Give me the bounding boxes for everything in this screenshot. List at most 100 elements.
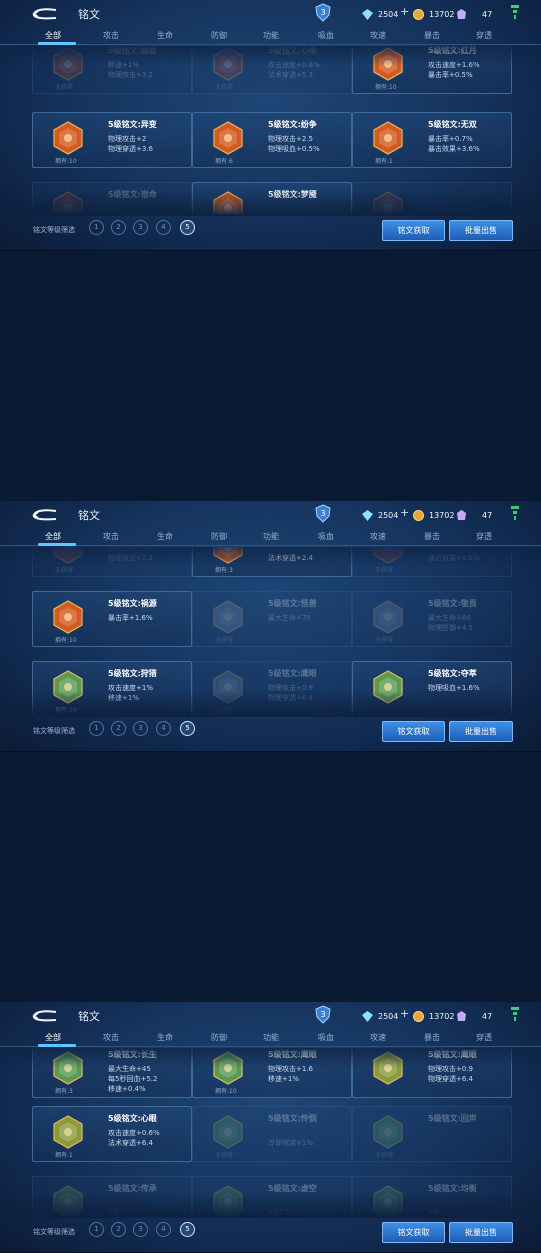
tab-2[interactable]: 生命 xyxy=(157,1032,173,1043)
level-filter-4[interactable]: 4 xyxy=(156,220,171,235)
add-diamond-button[interactable]: + xyxy=(400,506,409,519)
inscription-panel: 铭文 3 2504 +13702 47 全部 攻击 生命 防御 功能 吸血 攻速 暴击 穿透 5级铭文:隐匿… xyxy=(0,0,541,251)
inscription-card[interactable]: 5级铭文:狩猎 攻击速度+1% 移速+1% 拥有:10 xyxy=(32,661,192,715)
tab-7[interactable]: 暴击 xyxy=(424,1032,440,1043)
owned-count: 拥有:10 xyxy=(55,707,77,714)
level-filter-3[interactable]: 3 xyxy=(133,220,148,235)
tab-6[interactable]: 攻速 xyxy=(370,30,386,41)
level-filter-5[interactable]: 5 xyxy=(180,220,195,235)
inscription-stat: 物理攻击+2 xyxy=(108,135,147,143)
rank-badge-icon: 3 xyxy=(315,3,331,22)
tab-7[interactable]: 暴击 xyxy=(424,531,440,542)
inscription-stat: 物理攻击+2.5 xyxy=(268,135,313,143)
inscription-card[interactable]: 5级铭文:祸源 暴击率+1.6% 拥有:10 xyxy=(32,591,192,647)
tab-4[interactable]: 功能 xyxy=(263,531,279,542)
level-filter-1[interactable]: 1 xyxy=(89,1222,104,1237)
inscription-card[interactable]: 5级铭文:宿命最大生命+33.7物理攻击+2.3未获得 xyxy=(32,547,192,577)
level-filter-4[interactable]: 4 xyxy=(156,721,171,736)
tab-8[interactable]: 穿透 xyxy=(476,531,492,542)
tab-3[interactable]: 防御 xyxy=(211,531,227,542)
tab-6[interactable]: 攻速 xyxy=(370,1032,386,1043)
inscription-card[interactable]: 5级铭文:红月 攻击速度+1.6% 暴击率+0.5% 拥有:10 xyxy=(352,46,512,94)
tab-7[interactable]: 暴击 xyxy=(424,30,440,41)
inscription-name: 5级铭文:红月 xyxy=(428,46,477,55)
inscription-card[interactable]: 5级铭文:怪兽 最大生命+75 未获得 xyxy=(192,591,352,647)
inscription-stat: 移速+1% xyxy=(268,1075,299,1083)
inscription-card[interactable]: 5级铭文:无双 暴击率+0.7% 暴击效果+3.6% 拥有:1 xyxy=(352,112,512,168)
inscription-gem-icon xyxy=(53,1185,83,1216)
bulk-sell-button[interactable]: 批量出售 xyxy=(449,1222,513,1243)
tab-divider xyxy=(0,1046,541,1047)
svg-text:3: 3 xyxy=(320,509,325,518)
inscription-card[interactable]: 5级铭文:怜悯 冷却缩减+1% 未获得 xyxy=(192,1106,352,1162)
tab-2[interactable]: 生命 xyxy=(157,30,173,41)
inscription-card[interactable]: 5级铭文:均衡 +9 xyxy=(352,1176,512,1216)
inscription-stat: +37.5 xyxy=(268,1208,290,1216)
level-filter-3[interactable]: 3 xyxy=(133,1222,148,1237)
inscription-card[interactable] xyxy=(352,182,512,214)
level-filter-4[interactable]: 4 xyxy=(156,1222,171,1237)
tab-0[interactable]: 全部 xyxy=(45,531,61,542)
inscription-card[interactable]: 5级铭文:长生 最大生命+45 每5秒回血+5.2 移速+0.4% 拥有:3 xyxy=(32,1048,192,1098)
tab-3[interactable]: 防御 xyxy=(211,30,227,41)
tab-5[interactable]: 吸血 xyxy=(318,30,334,41)
add-diamond-button[interactable]: + xyxy=(400,1007,409,1020)
gold-amount: 13702 xyxy=(429,1011,455,1021)
inscription-card[interactable]: 5级铭文:梦魇 xyxy=(192,182,352,214)
bulk-sell-button[interactable]: 批量出售 xyxy=(449,220,513,241)
inscription-card[interactable]: 5级铭文:鹰眼 物理攻击+0.9 物理穿透+6.4 xyxy=(352,1048,512,1098)
inscription-card[interactable]: 5级铭文:贪婪暴击效果+0.6%未获得 xyxy=(352,547,512,577)
tab-1[interactable]: 攻击 xyxy=(103,531,119,542)
tab-4[interactable]: 功能 xyxy=(263,30,279,41)
inscription-card[interactable]: 5级铭文:敬畏 最大生命+60 物理防御+4.5 未获得 xyxy=(352,591,512,647)
inscription-card[interactable]: 5级铭文:纷争 物理攻击+2.5 物理吸血+0.5% 拥有:6 xyxy=(192,112,352,168)
inscription-card[interactable]: 5级铭文:异变 物理攻击+2 物理穿透+3.6 拥有:10 xyxy=(32,112,192,168)
owned-count: 未获得 xyxy=(215,637,234,644)
level-filter-2[interactable]: 2 xyxy=(111,1222,126,1237)
inscription-card[interactable]: 5级铭文:宿命 xyxy=(32,182,192,214)
inscription-card[interactable]: 5级铭文:虚空 +37.5 xyxy=(192,1176,352,1216)
inscription-stat: 物理吸血+0.5% xyxy=(268,145,320,153)
tab-8[interactable]: 穿透 xyxy=(476,30,492,41)
tab-6[interactable]: 攻速 xyxy=(370,531,386,542)
tab-8[interactable]: 穿透 xyxy=(476,1032,492,1043)
get-inscription-button[interactable]: 铭文获取 xyxy=(382,721,445,742)
inscription-card[interactable]: 5级铭文:传承 +5 xyxy=(32,1176,192,1216)
bulk-sell-button[interactable]: 批量出售 xyxy=(449,721,513,742)
tab-0[interactable]: 全部 xyxy=(45,1032,61,1043)
inscription-card[interactable]: 5级铭文:隐匿 移速+1% 物理攻击+3.2 未获得 xyxy=(32,46,192,94)
owned-count: 拥有:10 xyxy=(55,158,77,165)
level-filter-5[interactable]: 5 xyxy=(180,1222,195,1237)
level-filter-5[interactable]: 5 xyxy=(180,721,195,736)
inscription-card[interactable]: 5级铭文:回声 未获得 xyxy=(352,1106,512,1162)
back-icon[interactable] xyxy=(30,507,60,521)
inscription-stat: 暴击率+0.7% xyxy=(428,135,473,143)
back-icon[interactable] xyxy=(30,1008,60,1022)
tab-3[interactable]: 防御 xyxy=(211,1032,227,1043)
get-inscription-button[interactable]: 铭文获取 xyxy=(382,1222,445,1243)
level-filter-1[interactable]: 1 xyxy=(89,220,104,235)
tab-0[interactable]: 全部 xyxy=(45,30,61,41)
inscription-card[interactable]: 5级铭文:梦魇法术穿透+2.4拥有:3 xyxy=(192,547,352,577)
level-filter-2[interactable]: 2 xyxy=(111,220,126,235)
get-inscription-button[interactable]: 铭文获取 xyxy=(382,220,445,241)
level-filter-1[interactable]: 1 xyxy=(89,721,104,736)
back-icon[interactable] xyxy=(30,6,60,20)
inscription-card[interactable]: 5级铭文:夺萃 物理吸血+1.6% xyxy=(352,661,512,715)
level-filter-3[interactable]: 3 xyxy=(133,721,148,736)
inscription-card[interactable]: 5级铭文:心眼 攻击速度+0.6% 法术穿透+6.4 拥有:1 xyxy=(32,1106,192,1162)
inscription-card[interactable]: 5级铭文:鹰眼 物理攻击+0.9 物理穿透+6.4 未获得 xyxy=(192,661,352,715)
inscription-stat: 攻击速度+0.6% xyxy=(108,1129,160,1137)
tab-1[interactable]: 攻击 xyxy=(103,1032,119,1043)
add-diamond-button[interactable]: + xyxy=(400,5,409,18)
level-filter-2[interactable]: 2 xyxy=(111,721,126,736)
tab-active-underline xyxy=(38,42,76,45)
inscription-card[interactable]: 5级铭文:心眼 攻击速度+0.6% 法术穿透+5.3 未获得 xyxy=(192,46,352,94)
tab-5[interactable]: 吸血 xyxy=(318,1032,334,1043)
tab-4[interactable]: 功能 xyxy=(263,1032,279,1043)
tab-2[interactable]: 生命 xyxy=(157,531,173,542)
tab-5[interactable]: 吸血 xyxy=(318,531,334,542)
tab-1[interactable]: 攻击 xyxy=(103,30,119,41)
gem-currency: 47 xyxy=(456,508,492,522)
inscription-card[interactable]: 5级铭文:鹰眼 物理攻击+1.6 移速+1% 拥有:10 xyxy=(192,1048,352,1098)
